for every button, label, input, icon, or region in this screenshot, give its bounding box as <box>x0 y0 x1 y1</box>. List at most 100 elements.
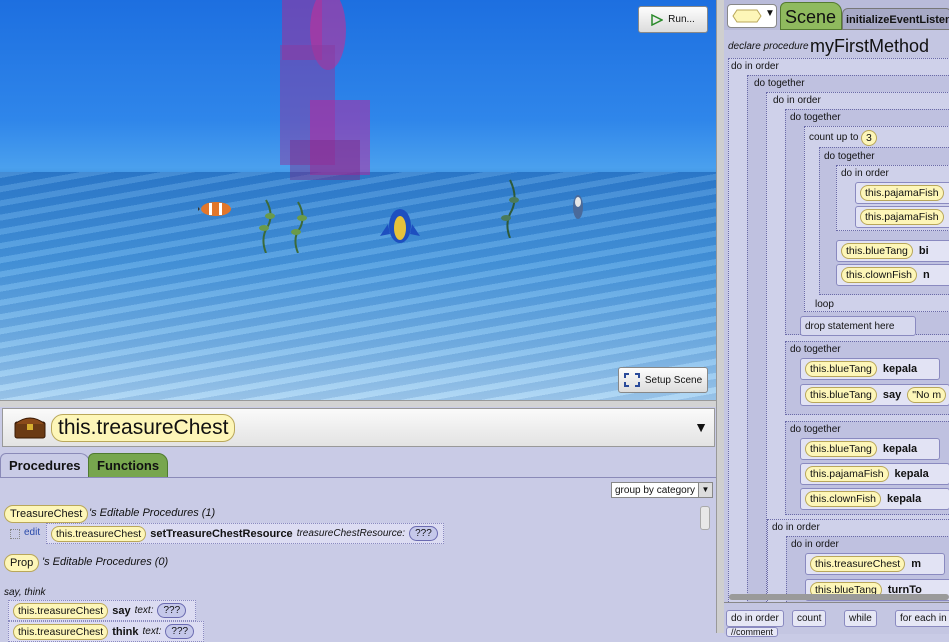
do-in-order-3[interactable]: do in order this.pajamaFish this.pajamaF… <box>836 165 949 231</box>
template-do-in-order[interactable]: do in order <box>726 610 784 627</box>
do-together-3[interactable]: do together do in order this.pajamaFish … <box>819 147 949 295</box>
tab-functions[interactable]: Functions <box>88 453 169 479</box>
palette-tabs: Procedures Functions <box>0 447 716 479</box>
statement-pajama-1[interactable]: this.pajamaFish <box>855 182 949 204</box>
target-pill: this.pajamaFish <box>860 185 944 201</box>
method-title: myFirstMethod <box>810 36 930 56</box>
target-pill: this.blueTang <box>841 243 913 259</box>
edit-link[interactable]: edit <box>24 527 40 538</box>
setup-scene-button[interactable]: Setup Scene <box>618 367 708 393</box>
target-pill: this.clownFish <box>805 491 881 507</box>
declare-label: declare procedure <box>728 41 809 52</box>
group-by-select[interactable]: group by category ▼ <box>611 482 713 498</box>
target-pill: this.treasureChest <box>51 525 147 542</box>
block-label: count up to <box>809 132 859 143</box>
class-pill-prop: Prop <box>4 554 40 572</box>
tab-procedures[interactable]: Procedures <box>0 453 90 478</box>
class-menu-button[interactable]: ▼ <box>727 4 777 28</box>
drop-statement-target[interactable]: drop statement here <box>800 316 916 336</box>
block-label: do together <box>790 424 841 435</box>
run-label: Run... <box>668 14 695 25</box>
chevron-down-icon[interactable]: ▼ <box>694 419 708 435</box>
tab-scene[interactable]: Scene <box>780 2 842 30</box>
statement-clownfish-1[interactable]: this.clownFish n <box>836 264 949 286</box>
seaweed-model <box>259 199 307 253</box>
statement-pajama-2[interactable]: this.pajamaFish <box>855 206 949 228</box>
treasure-procedures-title: 's Editable Procedures (1) <box>89 507 216 519</box>
target-pill: this.treasureChest <box>810 556 906 572</box>
do-together-5[interactable]: do together this.blueTang kepala this.pa… <box>785 421 949 515</box>
chevron-down-icon: ▼ <box>698 483 712 497</box>
seafloor <box>0 172 716 400</box>
procedure-tile-think[interactable]: this.treasureChest think text: ??? <box>8 621 204 642</box>
block-label: do together <box>790 344 841 355</box>
object-selector[interactable]: this.treasureChest ▼ <box>2 408 715 447</box>
template-while[interactable]: while <box>844 610 877 627</box>
procedure-tile-set-resource[interactable]: this.treasureChest setTreasureChestResou… <box>46 523 444 544</box>
do-together-1[interactable]: do together do in order do together coun… <box>747 75 949 602</box>
statement-clownfish-2[interactable]: this.clownFish kepala <box>800 488 949 510</box>
target-pill: this.pajamaFish <box>805 466 889 482</box>
target-pill: this.pajamaFish <box>860 209 944 225</box>
count-value[interactable]: 3 <box>861 130 877 146</box>
method-name: n <box>922 269 930 281</box>
run-button[interactable]: Run... <box>638 6 708 33</box>
statement-bluetang-3[interactable]: this.blueTang say "No m <box>800 384 949 406</box>
chevron-down-icon: ▼ <box>765 8 775 19</box>
selected-object: this.treasureChest <box>51 414 236 442</box>
code-editor[interactable]: declare procedure myFirstMethod do in or… <box>724 30 949 602</box>
treasure-chest-model[interactable] <box>270 0 380 185</box>
method-name: bi <box>918 245 929 257</box>
statement-bluetang-2[interactable]: this.blueTang kepala <box>800 358 940 380</box>
template-comment[interactable]: //comment <box>726 627 779 637</box>
say-value: "No m <box>907 387 947 403</box>
procedure-tile-say[interactable]: this.treasureChest say text: ??? <box>8 600 196 621</box>
do-in-order-4[interactable]: do in order do in order this.treasureChe… <box>767 519 949 602</box>
block-label: do in order <box>731 61 779 72</box>
block-label: do in order <box>772 522 820 533</box>
horizontal-splitter[interactable] <box>0 400 716 407</box>
treasure-chest-icon <box>14 417 46 439</box>
clownfish-model[interactable] <box>198 200 236 218</box>
loop-label: loop <box>815 299 834 310</box>
seaweed-model-2 <box>501 179 519 238</box>
group-by-value: group by category <box>615 485 696 496</box>
statement-treasure-2[interactable]: this.treasureChest m <box>805 553 945 575</box>
param-label: text: <box>134 605 154 616</box>
block-label: do in order <box>841 168 889 179</box>
template-count[interactable]: count <box>792 610 827 627</box>
method-name: say <box>112 604 131 617</box>
do-together-4[interactable]: do together this.blueTang kepala this.bl… <box>785 341 949 415</box>
fullscreen-icon <box>623 373 640 387</box>
setup-scene-label: Setup Scene <box>644 374 703 386</box>
param-label: treasureChestResource: <box>296 528 406 539</box>
statement-pajama-3[interactable]: this.pajamaFish kepala <box>800 463 949 485</box>
do-in-order-5[interactable]: do in order this.treasureChest m this.bl… <box>786 536 949 602</box>
method-name: setTreasureChestResource <box>150 527 293 540</box>
do-in-order-2[interactable]: do in order do together count up to 3 do… <box>766 92 949 602</box>
class-pill-treasure: TreasureChest <box>4 505 89 523</box>
editor-horizontal-scrollbar[interactable] <box>729 594 949 600</box>
target-pill: this.treasureChest <box>13 602 109 619</box>
block-label: do together <box>754 78 805 89</box>
control-templates: do in order count while for each in //co… <box>724 602 949 637</box>
statement-bluetang-4[interactable]: this.blueTang kepala <box>800 438 940 460</box>
method-name: kepala <box>882 443 918 455</box>
scene-viewport[interactable]: Run... Setup Scene <box>0 0 716 400</box>
pajama-fish-model[interactable] <box>570 192 586 222</box>
target-pill: this.blueTang <box>805 387 877 403</box>
do-together-2[interactable]: do together count up to 3 do together do… <box>785 109 949 336</box>
statement-bluetang-1[interactable]: this.blueTang bi <box>836 240 949 262</box>
edit-checkbox[interactable] <box>10 529 20 539</box>
param-value: ??? <box>409 526 438 541</box>
do-in-order-outer[interactable]: do in order do together do in order do t… <box>728 58 949 602</box>
tab-initialize-event-listeners[interactable]: initializeEventListeners <box>842 8 949 30</box>
block-label: do in order <box>791 539 839 550</box>
count-loop[interactable]: count up to 3 do together do in order th… <box>804 126 949 312</box>
blue-tang-model[interactable] <box>380 206 420 248</box>
editor-tabs: ▼ Scene initializeEventListeners <box>724 0 949 30</box>
procedures-scrollbar[interactable] <box>700 506 710 530</box>
target-pill: this.clownFish <box>841 267 917 283</box>
template-for-each[interactable]: for each in <box>895 610 949 627</box>
block-label: do together <box>824 151 875 162</box>
